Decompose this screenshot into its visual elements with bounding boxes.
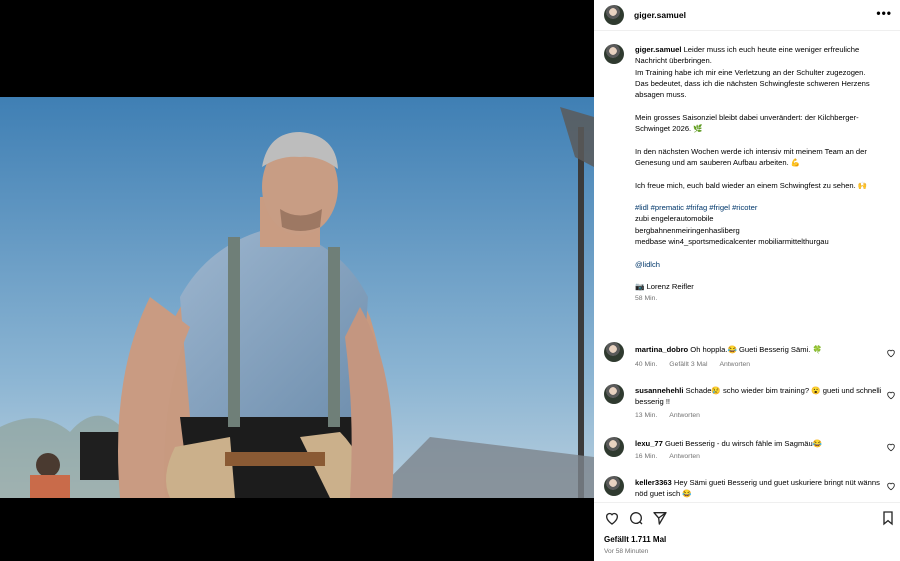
comment-text: susannehehli Schade😢 scho wieder bim tra… — [635, 385, 883, 407]
comment-time: 16 Min. — [635, 453, 658, 460]
caption-sponsor-1: zubi engeler​automobile — [635, 214, 714, 224]
comment-username[interactable]: keller3363 — [635, 478, 672, 487]
comment-body: Oh hoppla.😂 Gueti Besserig Sämi. 🍀 — [690, 345, 822, 354]
caption-time: 58 Min. — [635, 294, 658, 302]
comment-likes[interactable]: Gefällt 3 Mal — [669, 361, 707, 368]
comment-meta: 13 Min. Antworten — [635, 412, 712, 419]
caption-line-2: Im Training habe ich mir eine Verletzung… — [635, 67, 866, 77]
post-caption: giger.samuel Leider muss ich euch heute … — [635, 44, 893, 304]
caption-sponsor-3: medbase win4_sportsmedicalcenter mobilia… — [635, 237, 829, 247]
heart-icon[interactable] — [886, 481, 896, 491]
comment-username[interactable]: susannehehli — [635, 386, 684, 395]
post-photo[interactable]: 2 — [0, 97, 594, 498]
more-horizontal-icon[interactable]: ••• — [876, 6, 892, 20]
bookmark-icon[interactable] — [880, 510, 896, 526]
caption-line-6: Ich freue mich, euch bald wieder an eine… — [635, 180, 868, 190]
heart-icon[interactable] — [886, 348, 896, 358]
like-heart-icon[interactable] — [604, 510, 620, 526]
caption-line-5: In den nächsten Wochen werde ich intensi… — [635, 146, 867, 167]
caption-mention[interactable]: @lidlch — [635, 259, 893, 270]
caption-line-4: Mein grosses Saisonziel bleibt dabei unv… — [635, 112, 859, 134]
reply-button[interactable]: Antworten — [719, 361, 750, 368]
author-avatar[interactable] — [604, 5, 624, 25]
caption-author-avatar[interactable] — [604, 44, 624, 64]
heart-icon[interactable] — [886, 390, 896, 400]
comment-time: 13 Min. — [635, 412, 658, 419]
caption-hashtags[interactable]: #lidl #prematic #frifag #frigel #ricoter — [635, 202, 893, 213]
commenter-avatar[interactable] — [604, 437, 624, 457]
commenter-avatar[interactable] — [604, 476, 624, 496]
comment-time: 40 Min. — [635, 361, 658, 368]
comment-body: Gueti Besserig - du wirsch fähle im Sagm… — [665, 439, 823, 448]
reply-button[interactable]: Antworten — [669, 412, 700, 419]
post-side-panel: giger.samuel ••• giger.samuel Leider mus… — [594, 0, 900, 561]
commenter-avatar[interactable] — [604, 384, 624, 404]
share-paper-plane-icon[interactable] — [652, 510, 668, 526]
post-media-pane: 2 — [0, 0, 594, 560]
comment-text: martina_dobro Oh hoppla.😂 Gueti Besserig… — [635, 344, 883, 355]
post-header: giger.samuel ••• — [594, 0, 900, 31]
commenter-avatar[interactable] — [604, 342, 624, 362]
comment-username[interactable]: lexu_77 — [635, 439, 663, 448]
caption-credit: 📷 Lorenz Reifler — [635, 282, 694, 292]
comment-username[interactable]: martina_dobro — [635, 345, 688, 354]
heart-icon[interactable] — [886, 442, 896, 452]
caption-line-3: Das bedeutet, dass ich die nächsten Schw… — [635, 78, 870, 100]
like-count[interactable]: Gefällt 1.711 Mal — [604, 535, 666, 544]
comment-text: keller3363 Hey Sämi gueti Besserig und g… — [635, 477, 883, 499]
comment-text: lexu_77 Gueti Besserig - du wirsch fähle… — [635, 438, 883, 449]
comments-scroll-area[interactable]: giger.samuel Leider muss ich euch heute … — [594, 31, 900, 501]
post-age: Vor 58 Minuten — [604, 548, 649, 555]
comment-body: Hey Sämi gueti Besserig und guet uskurie… — [635, 478, 880, 498]
caption-sponsor-2: bergbahnenmeiringenhasliberg — [635, 225, 740, 235]
comment-bubble-icon[interactable] — [628, 510, 644, 526]
reply-button[interactable]: Antworten — [669, 453, 700, 460]
author-username[interactable]: giger.samuel — [634, 10, 686, 20]
caption-username[interactable]: giger.samuel — [635, 45, 681, 54]
comment-meta: 40 Min. Gefällt 3 Mal Antworten — [635, 361, 762, 368]
post-actions-footer: Gefällt 1.711 Mal Vor 58 Minuten — [594, 502, 900, 561]
comment-meta: 16 Min. Antworten — [635, 453, 712, 460]
